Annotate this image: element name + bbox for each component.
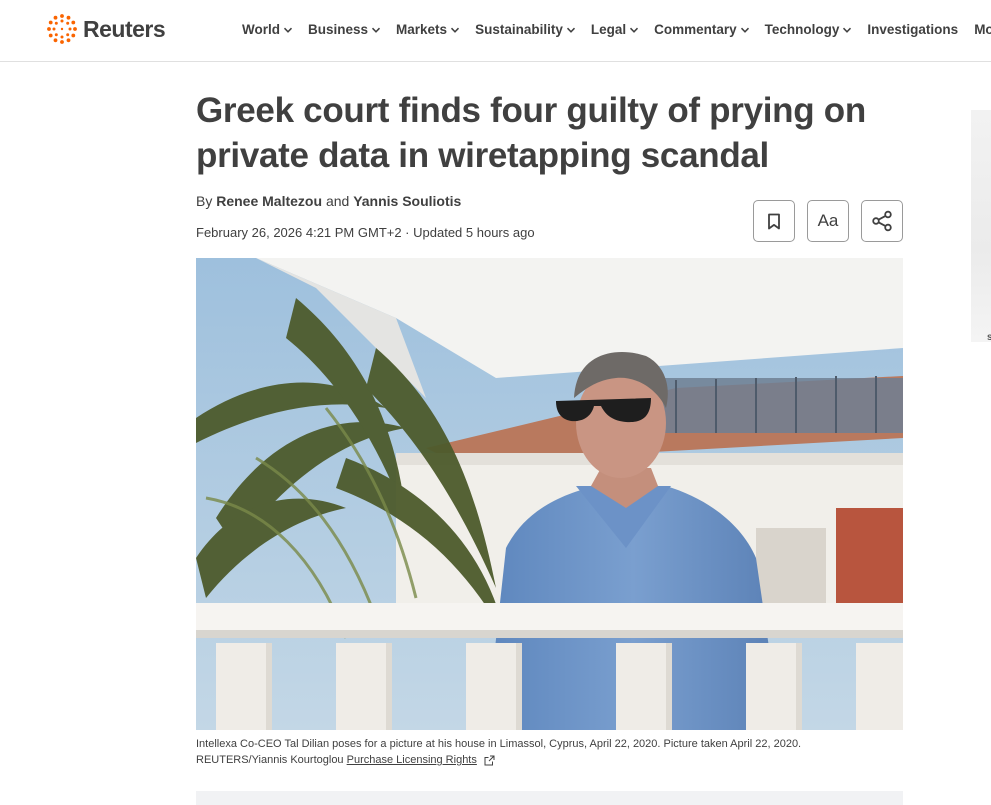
caption-text: Intellexa Co-CEO Tal Dilian poses for a … [196,738,802,750]
byline-and: and [325,193,350,209]
nav-item-label: Technology [764,22,840,37]
nav-item-business[interactable]: Business [308,22,381,37]
main-nav: World Business Markets Sustainability Legal C… [242,22,991,37]
nav-item-more[interactable]: More [974,22,991,37]
share-icon [872,210,892,232]
nav-item-technology[interactable]: Technology [765,22,853,37]
chevron-down-icon [740,27,749,33]
chevron-down-icon [451,27,460,33]
nav-item-commentary[interactable]: Commentary [654,22,750,37]
article-photo[interactable] [196,258,903,730]
chevron-down-icon [566,27,575,33]
nav-item-label: Sustainability [475,22,563,37]
purchase-licensing-link[interactable]: Purchase Licensing Rights [347,754,477,766]
logo-wordmark: Reuters [83,15,166,42]
right-rail-ad[interactable] [971,110,991,342]
bookmark-button[interactable] [753,200,795,242]
external-link-icon [484,755,495,766]
nav-item-sustainability[interactable]: Sustainability [475,22,576,37]
byline: By Renee Maltezou and Yannis Souliotis [196,193,461,209]
rail-text-fragment: s [987,332,991,343]
nav-item-label: More [974,22,991,37]
bookmark-icon [768,213,780,229]
nav-item-legal[interactable]: Legal [591,22,639,37]
article-dateline: February 26, 2026 4:21 PM GMT+2 · Update… [196,225,535,240]
nav-item-label: Markets [396,22,448,37]
article-headline: Greek court finds four guilty of prying … [196,91,866,175]
author-link[interactable]: Renee Maltezou [216,193,322,209]
font-size-button[interactable]: Aa [807,200,849,242]
site-header: Reuters World Business Markets Sustainabili… [0,0,991,62]
chevron-down-icon [371,27,381,33]
photo-caption: Intellexa Co-CEO Tal Dilian poses for a … [196,736,916,768]
nav-item-label: Legal [590,22,627,37]
nav-item-label: Investigations [867,22,959,37]
reuters-logo[interactable]: Reuters [46,13,166,45]
author-link[interactable]: Yannis Souliotis [353,193,461,209]
font-size-label: Aa [817,211,839,230]
chevron-down-icon [843,27,852,33]
photo-illustration [196,258,903,730]
reuters-logo-icon [47,14,77,44]
chevron-down-icon [283,27,293,33]
next-content-block [196,791,903,805]
nav-item-label: Business [308,22,369,37]
share-button[interactable] [861,200,903,242]
chevron-down-icon [630,27,639,33]
nav-item-investigations[interactable]: Investigations [867,22,958,37]
nav-item-world[interactable]: World [242,22,293,37]
byline-prefix: By [196,193,213,209]
nav-item-markets[interactable]: Markets [396,22,460,37]
photo-credit: REUTERS/Yiannis Kourtoglou [196,754,344,766]
nav-item-label: World [242,22,280,37]
nav-item-label: Commentary [654,22,737,37]
